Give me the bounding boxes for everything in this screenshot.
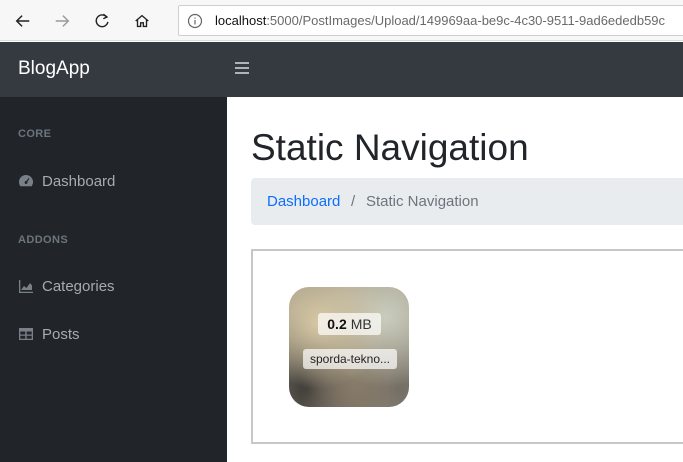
top-navbar: BlogApp <box>0 42 683 97</box>
forward-arrow-icon <box>55 15 70 27</box>
area-chart-icon <box>19 280 33 293</box>
sidebar-heading-addons: ADDONS <box>18 234 69 246</box>
home-icon <box>135 14 149 28</box>
sidebar-item-posts[interactable]: Posts <box>18 322 80 346</box>
sidebar-heading-core: CORE <box>18 128 52 140</box>
address-bar[interactable]: localhost:5000/PostImages/Upload/149969a… <box>178 5 683 36</box>
browser-toolbar: localhost:5000/PostImages/Upload/149969a… <box>0 0 683 41</box>
refresh-button[interactable] <box>89 8 115 34</box>
info-icon[interactable] <box>187 13 203 29</box>
image-thumbnail[interactable] <box>289 287 409 407</box>
forward-button[interactable] <box>49 8 75 34</box>
home-button[interactable] <box>129 8 155 34</box>
sidebar: CORE Dashboard ADDONS Categories Posts <box>0 97 227 462</box>
table-icon <box>19 328 33 340</box>
file-size-unit: MB <box>350 316 372 332</box>
sidebar-item-label: Posts <box>42 325 80 343</box>
sidebar-item-label: Dashboard <box>42 172 116 190</box>
file-name-badge: sporda-tekno... <box>303 349 397 369</box>
breadcrumb-separator: / <box>351 193 356 210</box>
back-button[interactable] <box>10 8 36 34</box>
sidebar-item-categories[interactable]: Categories <box>18 274 115 298</box>
back-arrow-icon <box>15 15 30 27</box>
file-size-value: 0.2 <box>327 316 347 332</box>
breadcrumb-active: Static Navigation <box>366 193 479 210</box>
sidebar-item-label: Categories <box>42 277 115 295</box>
hamburger-icon <box>235 62 249 64</box>
breadcrumb-link-dashboard[interactable]: Dashboard <box>267 193 340 210</box>
url-path: :5000/PostImages/Upload/149969aa-be9c-4c… <box>266 13 666 28</box>
url-host: localhost <box>215 13 267 28</box>
sidebar-toggle-button[interactable] <box>235 62 249 76</box>
url-text: localhost:5000/PostImages/Upload/149969a… <box>215 13 665 28</box>
sidebar-item-dashboard[interactable]: Dashboard <box>18 169 115 193</box>
brand-logo[interactable]: BlogApp <box>18 58 90 80</box>
dashboard-gauge-icon <box>19 175 33 187</box>
breadcrumb: Dashboard / Static Navigation <box>251 178 683 225</box>
page-title: Static Navigation <box>251 127 529 168</box>
file-size-badge: 0.2 MB <box>318 313 381 335</box>
refresh-icon <box>95 13 109 28</box>
